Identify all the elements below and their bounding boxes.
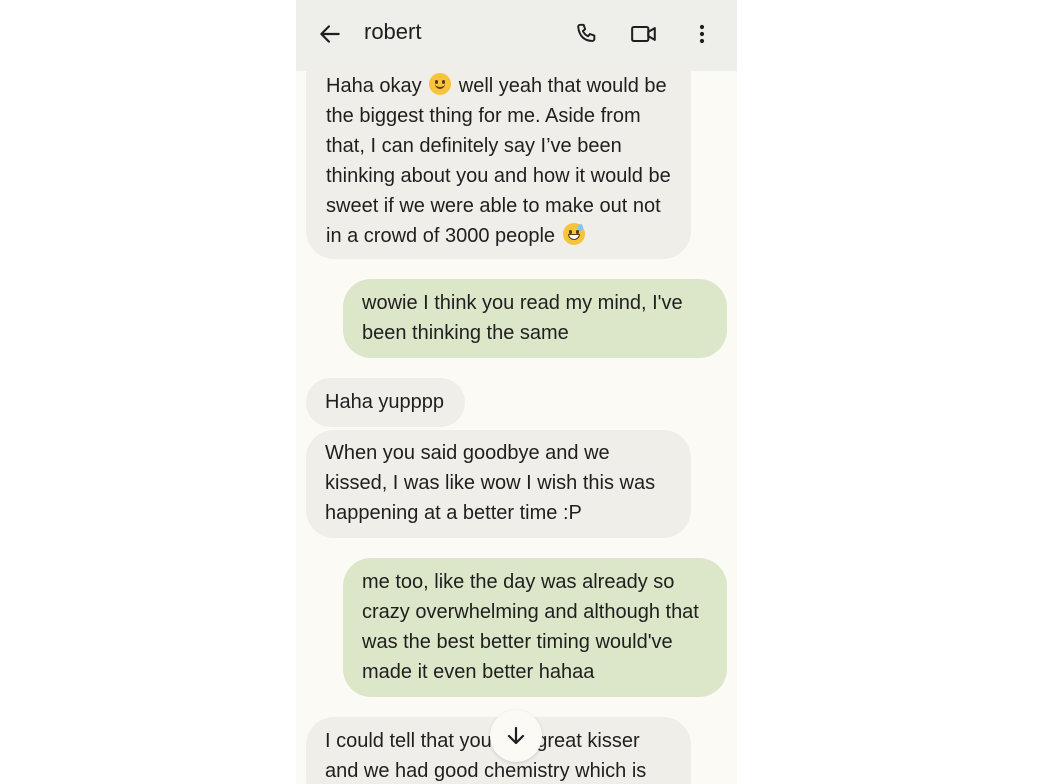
message-text: I could tell that you’re a great kisser … xyxy=(325,730,647,782)
message-text: well yeah that would be the biggest thin… xyxy=(326,75,671,247)
video-camera-icon xyxy=(631,25,656,43)
message-thread[interactable]: Haha okay well yeah that would be the bi… xyxy=(296,61,737,784)
more-options-button[interactable] xyxy=(680,12,724,56)
call-button[interactable] xyxy=(564,12,608,56)
message-bubble-incoming[interactable]: Haha yupppp xyxy=(306,378,465,427)
contact-name[interactable]: robert xyxy=(364,17,421,47)
messaging-app: robert Haha okay well yeah that would be… xyxy=(296,0,737,784)
message-text: me too, like the day was already so craz… xyxy=(362,571,699,683)
message-bubble-incoming[interactable]: When you said goodbye and we kissed, I w… xyxy=(306,430,691,538)
message-text: Haha yupppp xyxy=(325,391,444,413)
more-vertical-icon xyxy=(699,24,705,44)
arrow-down-icon xyxy=(507,726,525,745)
scroll-to-bottom-button[interactable] xyxy=(490,710,542,762)
message-bubble-outgoing[interactable]: me too, like the day was already so craz… xyxy=(343,558,727,697)
phone-icon xyxy=(577,23,596,42)
message-text: When you said goodbye and we kissed, I w… xyxy=(325,442,656,524)
back-arrow-icon xyxy=(320,25,340,43)
message-bubble-outgoing[interactable]: wowie I think you read my mind, I've bee… xyxy=(343,279,727,358)
grinning-sweat-face-emoji-icon xyxy=(562,223,585,245)
message-text: Haha okay xyxy=(326,75,422,97)
video-call-button[interactable] xyxy=(622,12,666,56)
back-button[interactable] xyxy=(308,12,352,56)
message-bubble-incoming[interactable]: Haha okay well yeah that would be the bi… xyxy=(306,61,691,259)
smiling-face-emoji-icon xyxy=(429,73,452,95)
message-text: wowie I think you read my mind, I've bee… xyxy=(362,292,683,344)
